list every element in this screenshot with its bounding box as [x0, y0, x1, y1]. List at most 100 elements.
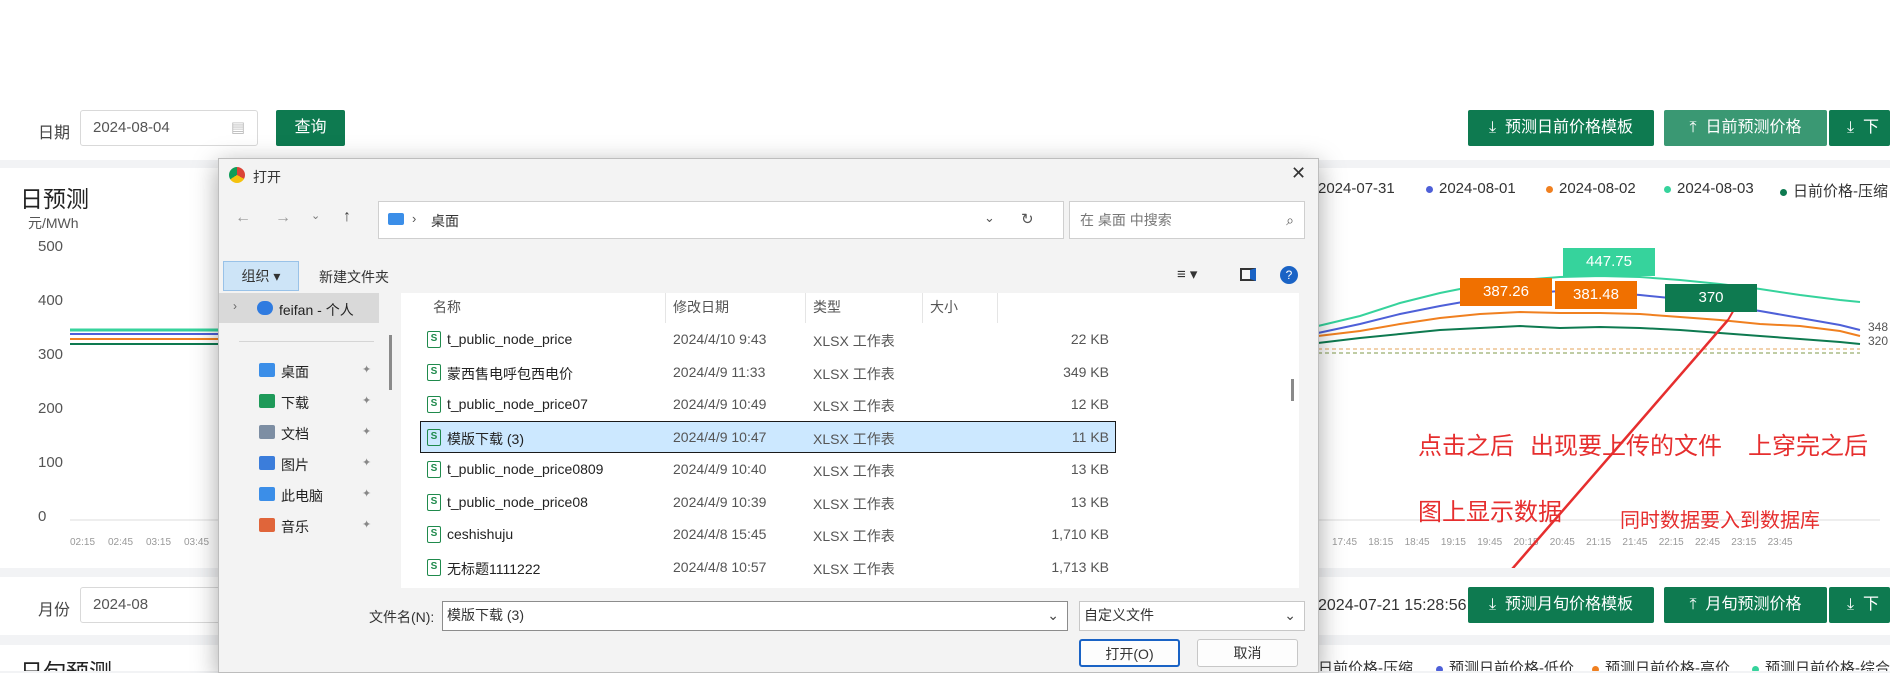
file-row[interactable]: S 蒙西售电呼包西电价 2024/4/9 11:33 XLSX 工作表 349 KB	[421, 357, 1115, 387]
pin-icon[interactable]: ✦	[362, 518, 371, 531]
dialog-navbar: ← → ⌄ ↑ › 桌面 ⌄ ↻ 在 桌面 中搜索 ⌕	[219, 191, 1318, 249]
cancel-button[interactable]: 取消	[1197, 639, 1298, 667]
nav-item[interactable]: 音乐 ✦	[219, 510, 374, 540]
date-input[interactable]: 2024-08-04 ▤	[80, 110, 258, 146]
pin-icon[interactable]: ✦	[362, 425, 371, 438]
file-date: 2024/4/9 10:39	[673, 493, 767, 510]
month-more-button[interactable]: ⤓ 下	[1829, 587, 1890, 623]
download-icon: ⤓	[1489, 119, 1497, 136]
column-name[interactable]: 名称	[433, 293, 461, 323]
forward-icon[interactable]: →	[275, 209, 291, 227]
filename-input[interactable]: 模版下载 (3) ⌄	[442, 601, 1068, 631]
file-date: 2024/4/9 10:40	[673, 461, 767, 477]
nav-scrollbar[interactable]	[389, 335, 392, 390]
legend-item[interactable]: 2024-08-02	[1546, 180, 1636, 197]
file-row[interactable]: St_public_node_price08 2024/4/9 10:39 XLSX…	[421, 487, 1115, 517]
column-separator	[922, 293, 923, 323]
file-row[interactable]: Sceshishuju 2024/4/8 15:45 XLSX 工作表 1,710 K…	[421, 519, 1115, 549]
right-value-2: 320	[1868, 334, 1889, 348]
pin-icon[interactable]: ✦	[362, 487, 371, 500]
pin-icon[interactable]: ✦	[362, 363, 371, 376]
legend-item[interactable]: 预测日前价格-高价	[1592, 657, 1730, 671]
back-icon[interactable]: ←	[235, 209, 251, 227]
legend-item[interactable]: 预测日前价格-综合	[1752, 657, 1890, 671]
file-type: XLSX 工作表	[813, 365, 895, 382]
pin-icon[interactable]: ✦	[362, 456, 371, 469]
filename-label: 文件名(N):	[369, 609, 435, 625]
nav-item-label: 桌面	[281, 364, 309, 380]
legend-item[interactable]: 日前价格-压缩	[1318, 657, 1413, 671]
file-name: t_public_node_price08	[447, 493, 588, 510]
list-scrollbar[interactable]	[1291, 379, 1294, 401]
file-list: 名称 修改日期 类型 大小 St_public_node_price 2024/4…	[401, 293, 1299, 588]
address-bar[interactable]: › 桌面 ⌄ ↻	[378, 201, 1064, 239]
refresh-icon[interactable]: ↻	[1021, 210, 1034, 228]
file-date: 2024/4/8 15:45	[673, 526, 767, 542]
legend-item[interactable]: 预测日前价格-低价	[1436, 657, 1574, 671]
search-box[interactable]: 在 桌面 中搜索 ⌕	[1069, 201, 1305, 239]
nav-item[interactable]: 此电脑 ✦	[219, 479, 374, 509]
nav-item[interactable]: 桌面 ✦	[219, 355, 374, 385]
pin-icon[interactable]: ✦	[362, 394, 371, 407]
legend-item[interactable]: 2024-08-01	[1426, 180, 1516, 197]
up-icon[interactable]: ↑	[343, 208, 351, 226]
query-button[interactable]: 查询	[276, 110, 345, 146]
month-download-template-label: 预测月旬价格模板	[1504, 596, 1633, 613]
navigation-pane: › feifan - 个人 桌面 ✦ 下载 ✦ 文档 ✦ 图片 ✦ 此电脑 ✦ 音乐 ✦	[219, 293, 392, 588]
help-icon[interactable]: ?	[1280, 266, 1298, 284]
month-upload-predict-button[interactable]: ⤒ 月旬预测价格	[1664, 587, 1827, 623]
nav-item[interactable]: 文档 ✦	[219, 417, 374, 447]
chevron-right-icon[interactable]: ›	[233, 299, 237, 313]
legend-item[interactable]: 日前价格-压缩	[1780, 180, 1888, 201]
xlsx-file-icon: S	[427, 331, 441, 348]
column-type[interactable]: 类型	[813, 293, 841, 323]
upload-predict-button[interactable]: ⤒ 日前预测价格	[1664, 110, 1827, 146]
column-size[interactable]: 大小	[930, 293, 958, 323]
month-download-template-button[interactable]: ⤓ 预测月旬价格模板	[1468, 587, 1654, 623]
month-label: 月份	[38, 602, 71, 619]
nav-item[interactable]: 下载 ✦	[219, 386, 374, 416]
folder-icon	[259, 518, 275, 532]
file-type: XLSX 工作表	[813, 333, 895, 349]
breadcrumb[interactable]: 桌面	[431, 211, 459, 231]
file-type: XLSX 工作表	[813, 398, 895, 414]
nav-item[interactable]: › feifan - 个人	[219, 293, 379, 323]
nav-item[interactable]: 图片 ✦	[219, 448, 374, 478]
download-template-button[interactable]: ⤓ 预测日前价格模板	[1468, 110, 1654, 146]
legend-item[interactable]: 2024-07-31	[1318, 180, 1395, 197]
file-date: 2024/4/8 10:57	[673, 558, 767, 575]
recent-chevron-icon[interactable]: ⌄	[311, 209, 320, 222]
view-list-icon[interactable]: ≡ ▾	[1177, 265, 1197, 283]
file-date: 2024/4/10 9:43	[673, 331, 767, 347]
download-icon: ⤓	[1847, 596, 1855, 613]
file-row[interactable]: St_public_node_price0809 2024/4/9 10:40 XL…	[421, 454, 1115, 484]
legend-item[interactable]: 2024-08-03	[1664, 180, 1754, 197]
more-download-label: 下	[1862, 119, 1879, 136]
file-row[interactable]: St_public_node_price 2024/4/10 9:43 XLSX 工…	[421, 324, 1115, 354]
filetype-select[interactable]: 自定义文件 ⌄	[1079, 601, 1305, 631]
xlsx-file-icon: S	[427, 363, 441, 381]
legend-dot-icon	[1592, 665, 1599, 671]
file-row[interactable]: St_public_node_price07 2024/4/9 10:49 XLSX…	[421, 389, 1115, 419]
organize-button[interactable]: 组织 ▾	[223, 261, 299, 291]
more-download-button[interactable]: ⤓ 下	[1829, 110, 1890, 146]
close-icon[interactable]: ✕	[1291, 163, 1306, 184]
file-size: 11 KB	[1071, 428, 1109, 445]
new-folder-button[interactable]: 新建文件夹	[319, 267, 389, 287]
legend-label: 预测日前价格-低价	[1449, 660, 1574, 671]
nav-item-label: 下载	[281, 395, 309, 411]
value-tag-orange: 387.26	[1460, 278, 1552, 306]
file-row[interactable]: S 模版下载 (3) 2024/4/9 10:47 XLSX 工作表 11 KB	[420, 420, 1116, 453]
address-dropdown-icon[interactable]: ⌄	[984, 210, 995, 226]
column-separator	[997, 293, 998, 323]
file-row[interactable]: S 无标题1111222 2024/4/8 10:57 XLSX 工作表 1,713 K…	[421, 552, 1115, 582]
open-button[interactable]: 打开(O)	[1079, 639, 1180, 667]
preview-pane-icon[interactable]	[1240, 268, 1256, 281]
filetype-value: 自定义文件	[1084, 607, 1154, 623]
file-name: t_public_node_price	[447, 331, 573, 347]
value-tag-green: 370	[1665, 284, 1757, 312]
nav-item-label: 音乐	[281, 519, 309, 535]
upload-icon: ⤒	[1689, 596, 1697, 613]
annotation-text-click: 点击之后	[1418, 433, 1514, 460]
column-modified[interactable]: 修改日期	[673, 293, 729, 323]
